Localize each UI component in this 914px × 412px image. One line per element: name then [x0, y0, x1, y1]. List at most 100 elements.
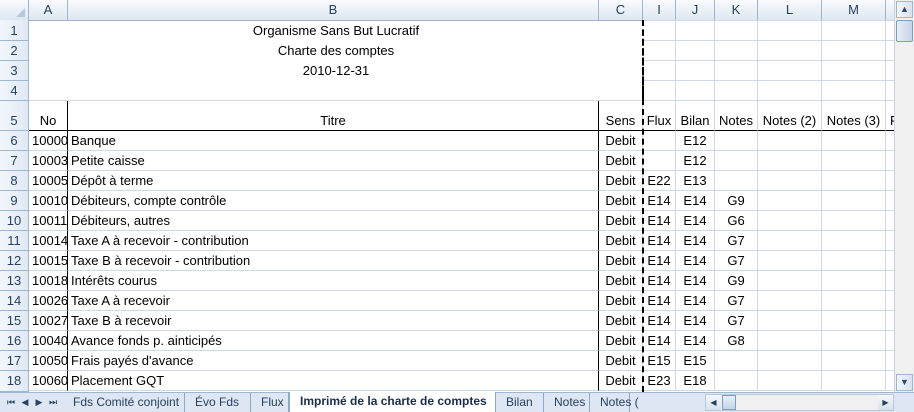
cell-no[interactable]: 10000 — [29, 131, 68, 151]
cell-notes-3[interactable] — [822, 331, 886, 351]
cell-partial[interactable] — [886, 231, 894, 251]
cell-flux[interactable]: E14 — [643, 231, 676, 251]
cell-partial[interactable] — [886, 171, 894, 191]
row-header[interactable]: 12 — [0, 251, 29, 271]
cell-flux[interactable]: E14 — [643, 191, 676, 211]
cell-titre[interactable]: Intérêts courus — [68, 271, 599, 291]
row-header[interactable]: 15 — [0, 311, 29, 331]
next-sheet-icon[interactable]: ▶ — [32, 395, 46, 410]
header-no[interactable]: No — [29, 101, 68, 131]
cell-sens[interactable]: Debit — [599, 131, 643, 151]
cell-notes[interactable]: G6 — [715, 211, 758, 231]
scroll-down-icon[interactable]: ▼ — [896, 374, 913, 391]
sheet-tab[interactable]: Évo Fds — [185, 393, 251, 412]
cell-no[interactable]: 10027 — [29, 311, 68, 331]
row-header[interactable]: 5 — [0, 101, 29, 131]
select-all-corner[interactable] — [0, 0, 29, 20]
cell-notes[interactable]: G7 — [715, 311, 758, 331]
row-header[interactable]: 8 — [0, 171, 29, 191]
cell-notes-2[interactable] — [758, 331, 822, 351]
cell-notes[interactable]: G8 — [715, 331, 758, 351]
cell-notes[interactable]: G9 — [715, 191, 758, 211]
header-partial[interactable]: R — [886, 101, 894, 131]
cell-notes-2[interactable] — [758, 231, 822, 251]
column-header-c[interactable]: C — [599, 0, 643, 20]
cell-bilan[interactable]: E14 — [676, 311, 715, 331]
row-header[interactable]: 4 — [0, 81, 29, 101]
empty-grid-area[interactable] — [643, 20, 894, 101]
cell-partial[interactable] — [886, 291, 894, 311]
cell-notes-2[interactable] — [758, 351, 822, 371]
row-header[interactable]: 10 — [0, 211, 29, 231]
cell-notes[interactable] — [715, 371, 758, 391]
row-header[interactable]: 18 — [0, 371, 29, 392]
cell-notes-3[interactable] — [822, 211, 886, 231]
header-notes-2[interactable]: Notes (2) — [758, 101, 822, 131]
sheet-tab[interactable]: Fds Comité conjoint — [63, 393, 185, 412]
cell-notes-2[interactable] — [758, 211, 822, 231]
cell-flux[interactable]: E15 — [643, 351, 676, 371]
row-header[interactable]: 13 — [0, 271, 29, 291]
cell-sens[interactable]: Debit — [599, 271, 643, 291]
cell-notes-2[interactable] — [758, 251, 822, 271]
cell-titre[interactable]: Dépôt à terme — [68, 171, 599, 191]
cell-partial[interactable] — [886, 191, 894, 211]
cell-no[interactable]: 10026 — [29, 291, 68, 311]
cell-bilan[interactable]: E14 — [676, 271, 715, 291]
cell-sens[interactable]: Debit — [599, 191, 643, 211]
cell-no[interactable]: 10014 — [29, 231, 68, 251]
column-header-i[interactable]: I — [643, 0, 676, 20]
cell-notes-3[interactable] — [822, 151, 886, 171]
sheet-tab[interactable]: Bilan — [496, 393, 544, 412]
cell-partial[interactable] — [886, 351, 894, 371]
cell-titre[interactable]: Frais payés d'avance — [68, 351, 599, 371]
cell-no[interactable]: 10060 — [29, 371, 68, 391]
vertical-scroll-thumb[interactable] — [896, 20, 913, 42]
row-header[interactable]: 9 — [0, 191, 29, 211]
row-header[interactable]: 1 — [0, 20, 29, 41]
cell-notes[interactable]: G7 — [715, 231, 758, 251]
cell-partial[interactable] — [886, 371, 894, 391]
cell-bilan[interactable]: E15 — [676, 351, 715, 371]
first-sheet-icon[interactable]: ⏮ — [4, 395, 18, 410]
cell-notes-2[interactable] — [758, 131, 822, 151]
cell-flux[interactable]: E14 — [643, 271, 676, 291]
row-header[interactable]: 6 — [0, 131, 29, 151]
sheet-tab[interactable]: Imprimé de la charte de comptes — [289, 392, 496, 412]
sheet-tab[interactable]: Flux — [251, 393, 289, 412]
cell-sens[interactable]: Debit — [599, 291, 643, 311]
cell-partial[interactable] — [886, 131, 894, 151]
scroll-left-icon[interactable]: ◀ — [706, 395, 721, 410]
scroll-right-icon[interactable]: ▶ — [878, 395, 893, 410]
header-notes[interactable]: Notes — [715, 101, 758, 131]
org-title[interactable]: Organisme Sans But Lucratif — [29, 20, 643, 41]
cell-bilan[interactable]: E14 — [676, 291, 715, 311]
cell-titre[interactable]: Placement GQT — [68, 371, 599, 391]
scroll-up-icon[interactable]: ▲ — [896, 1, 913, 18]
column-header-a[interactable]: A — [29, 0, 68, 20]
cell-notes[interactable]: G9 — [715, 271, 758, 291]
cell-titre[interactable]: Banque — [68, 131, 599, 151]
row-header[interactable]: 14 — [0, 291, 29, 311]
cell-flux[interactable]: E14 — [643, 251, 676, 271]
cell-bilan[interactable]: E14 — [676, 231, 715, 251]
cell-notes[interactable] — [715, 171, 758, 191]
row-header[interactable]: 17 — [0, 351, 29, 371]
column-header-k[interactable]: K — [715, 0, 758, 20]
cell-no[interactable]: 10010 — [29, 191, 68, 211]
cell-flux[interactable]: E14 — [643, 291, 676, 311]
sheet-tab[interactable]: Notes ( — [590, 393, 639, 412]
cell-sens[interactable]: Debit — [599, 151, 643, 171]
cell-bilan[interactable]: E13 — [676, 171, 715, 191]
cell-flux[interactable]: E14 — [643, 211, 676, 231]
cell-bilan[interactable]: E14 — [676, 251, 715, 271]
cell-notes-3[interactable] — [822, 191, 886, 211]
cell-notes-2[interactable] — [758, 171, 822, 191]
cell-titre[interactable]: Taxe A à recevoir — [68, 291, 599, 311]
row-header[interactable]: 16 — [0, 331, 29, 351]
column-header-partial[interactable] — [886, 0, 894, 20]
cell-titre[interactable]: Petite caisse — [68, 151, 599, 171]
cell-flux[interactable]: E14 — [643, 331, 676, 351]
cell-no[interactable]: 10015 — [29, 251, 68, 271]
cell-notes-3[interactable] — [822, 291, 886, 311]
